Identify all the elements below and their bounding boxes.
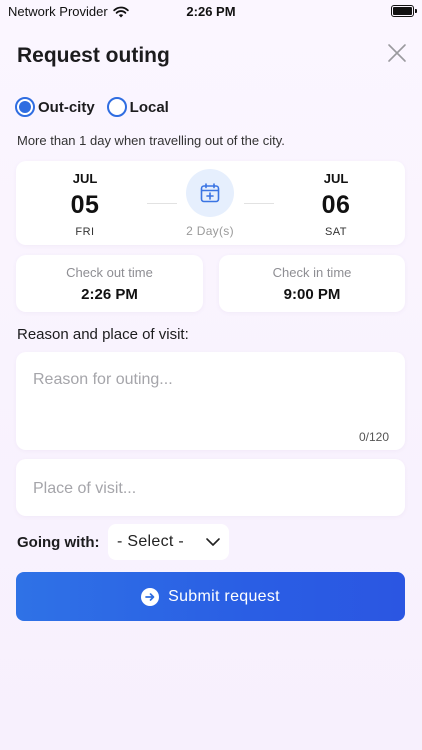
reason-placeholder: Reason for outing... bbox=[33, 371, 173, 388]
submit-label: Submit request bbox=[168, 587, 280, 605]
close-icon[interactable] bbox=[386, 42, 408, 64]
end-month: JUL bbox=[323, 171, 349, 186]
date-range-card[interactable]: JUL 05 FRI 2 Day(s) JUL 06 SAT bbox=[16, 161, 405, 245]
date-divider-left bbox=[147, 203, 177, 204]
start-month: JUL bbox=[72, 171, 98, 186]
status-time: 2:26 PM bbox=[186, 4, 236, 19]
end-weekday: SAT bbox=[324, 226, 348, 238]
date-divider-right bbox=[244, 203, 274, 204]
place-placeholder: Place of visit... bbox=[33, 480, 137, 497]
calendar-button[interactable] bbox=[186, 169, 234, 217]
radio-local[interactable]: Local bbox=[106, 97, 169, 117]
end-day: 06 bbox=[321, 191, 351, 219]
radio-unchecked-icon bbox=[106, 97, 127, 117]
trip-type-selector: Out-city Local bbox=[15, 97, 169, 117]
battery-icon bbox=[391, 5, 417, 17]
duration-label: 2 Day(s) bbox=[186, 224, 234, 238]
going-with-label: Going with: bbox=[17, 534, 100, 551]
radio-out-city[interactable]: Out-city bbox=[15, 97, 95, 117]
check-out-label: Check out time bbox=[66, 265, 153, 280]
arrow-right-circle-icon bbox=[141, 587, 160, 606]
check-out-value: 2:26 PM bbox=[81, 286, 138, 303]
reason-char-counter: 0/120 bbox=[358, 430, 389, 444]
page-title: Request outing bbox=[17, 44, 170, 67]
check-in-time-card[interactable]: Check in time 9:00 PM bbox=[219, 255, 405, 312]
chevron-down-icon bbox=[206, 538, 220, 546]
going-with-value: - Select - bbox=[117, 533, 185, 550]
radio-checked-icon bbox=[15, 97, 35, 117]
calendar-plus-icon bbox=[200, 183, 220, 203]
submit-request-button[interactable]: Submit request bbox=[16, 572, 405, 621]
going-with-select[interactable]: - Select - bbox=[108, 524, 229, 560]
start-day: 05 bbox=[70, 191, 100, 219]
check-out-time-card[interactable]: Check out time 2:26 PM bbox=[16, 255, 203, 312]
check-in-label: Check in time bbox=[272, 265, 352, 280]
check-in-value: 9:00 PM bbox=[283, 286, 341, 303]
radio-local-label: Local bbox=[129, 98, 169, 116]
trip-type-hint: More than 1 day when travelling out of t… bbox=[17, 133, 285, 148]
reason-input[interactable]: Reason for outing... 0/120 bbox=[16, 352, 405, 450]
place-input[interactable]: Place of visit... bbox=[16, 459, 405, 516]
radio-out-city-label: Out-city bbox=[38, 98, 95, 116]
start-weekday: FRI bbox=[75, 226, 95, 238]
status-bar: Network Provider 2:26 PM bbox=[0, 0, 422, 24]
reason-section-label: Reason and place of visit: bbox=[17, 326, 189, 343]
start-date[interactable]: JUL 05 FRI bbox=[40, 171, 130, 238]
end-date[interactable]: JUL 06 SAT bbox=[291, 171, 381, 238]
